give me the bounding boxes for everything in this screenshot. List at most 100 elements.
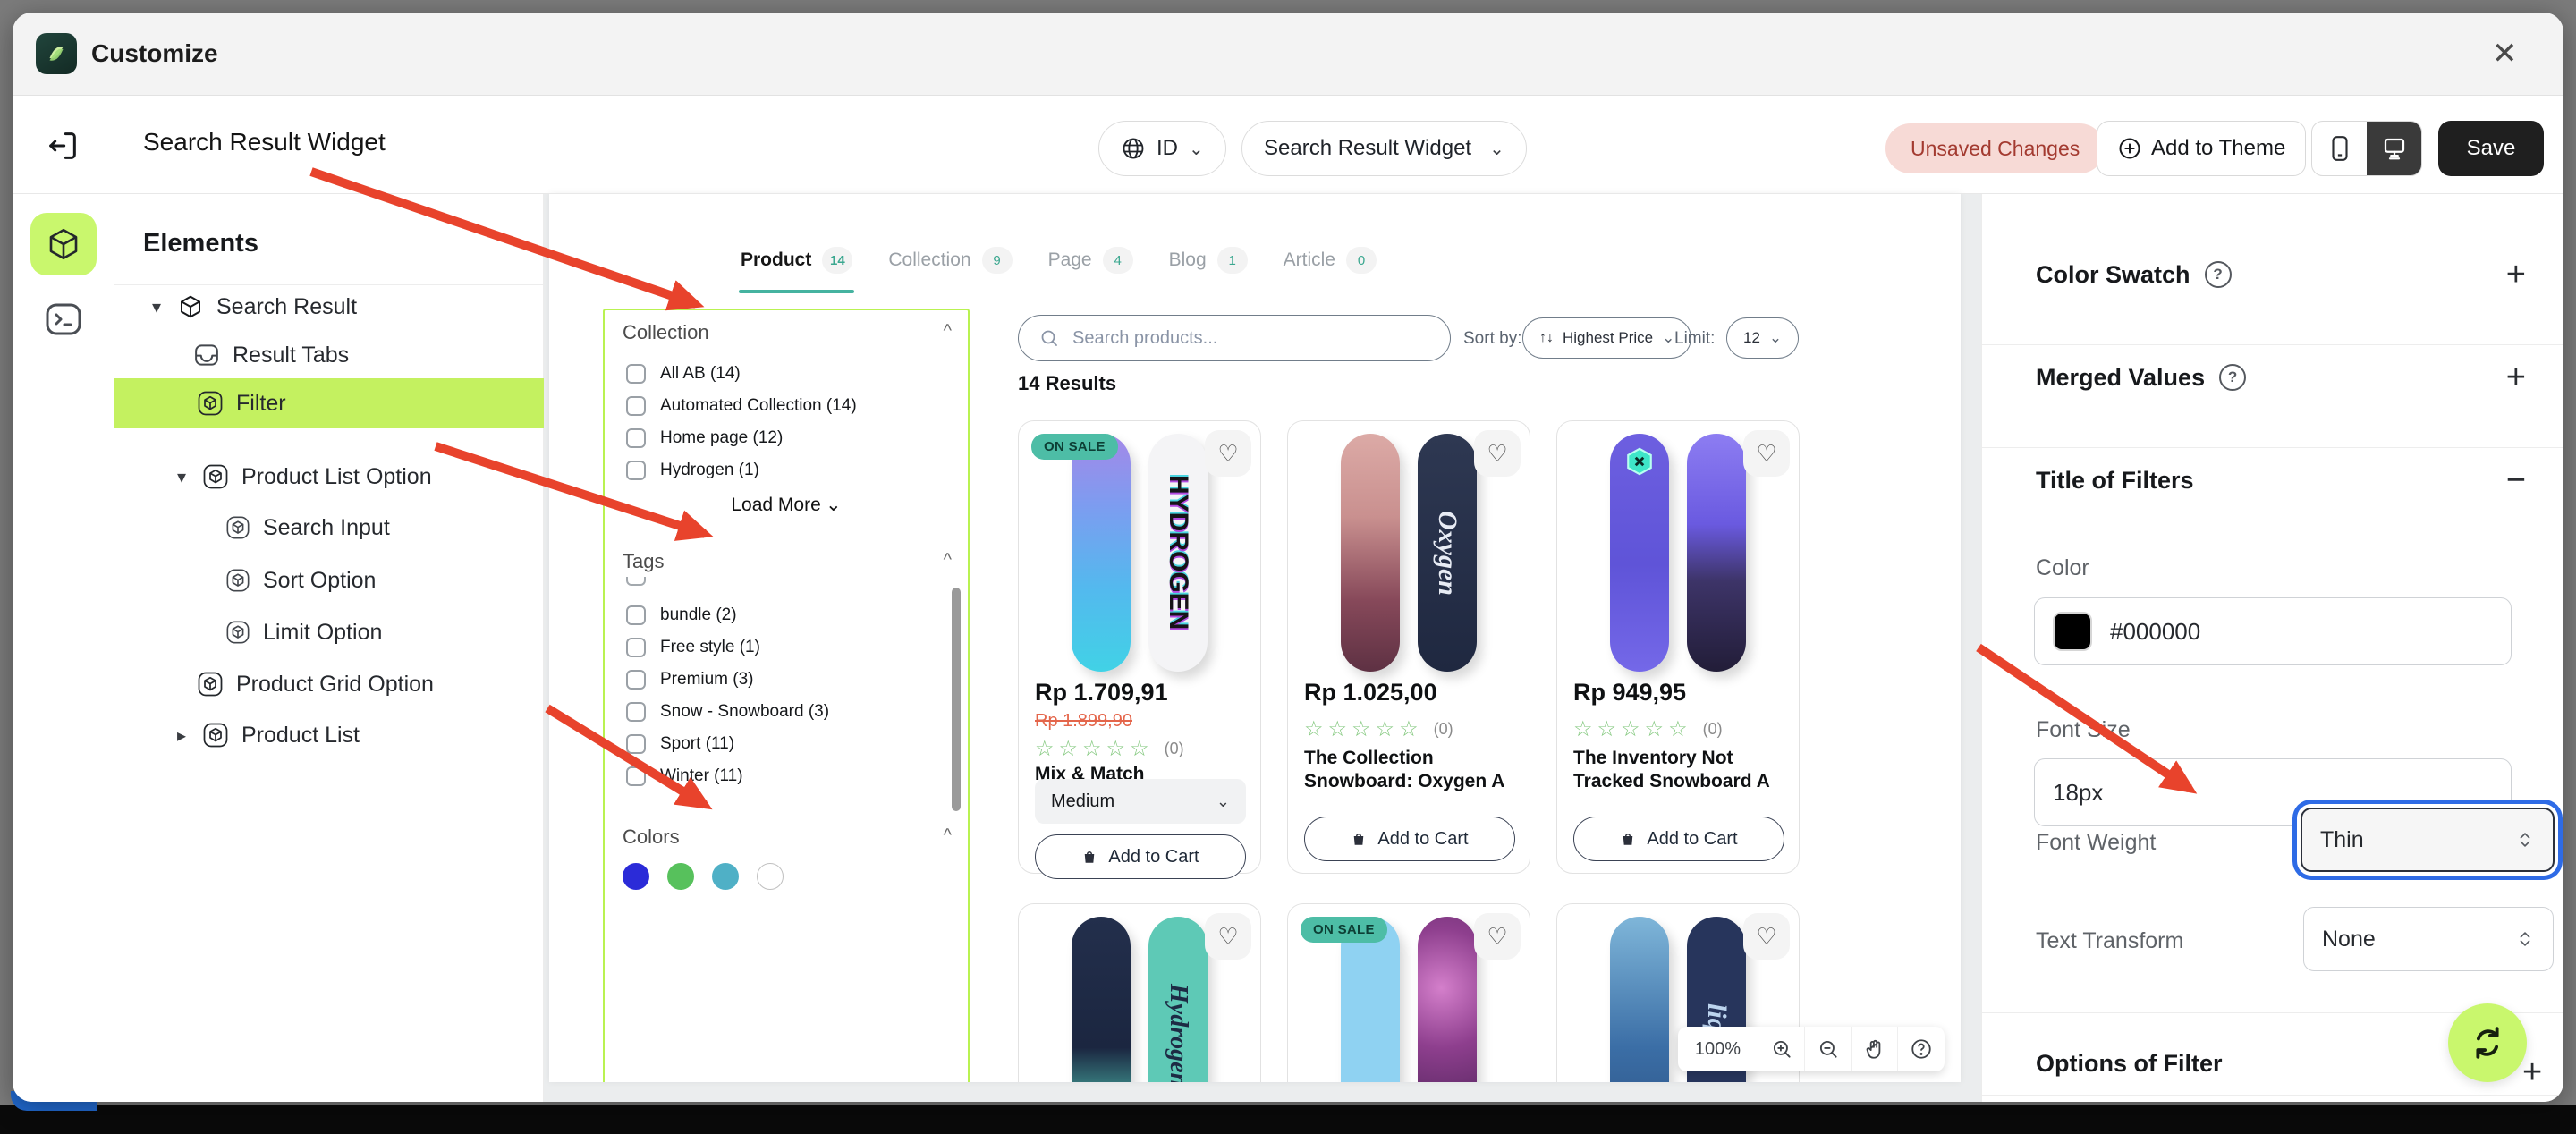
wishlist-button[interactable]: ♡ <box>1743 913 1790 960</box>
close-icon[interactable]: ✕ <box>2492 36 2518 72</box>
variant-select[interactable]: Medium ⌄ <box>1035 779 1246 824</box>
chevron-down-icon: ⌄ <box>1189 139 1204 159</box>
pan-button[interactable] <box>1852 1027 1898 1071</box>
tree-item-product-grid-option[interactable]: Product Grid Option <box>114 659 544 709</box>
checkbox[interactable] <box>626 605 646 625</box>
filter-option[interactable]: Sport (11) <box>626 734 734 754</box>
collapse-icon[interactable]: ^ <box>944 825 952 846</box>
filter-option-clipped[interactable] <box>626 575 646 586</box>
color-swatch-teal[interactable] <box>712 863 739 890</box>
color-swatch-green[interactable] <box>667 863 694 890</box>
zoom-out-button[interactable] <box>1805 1027 1852 1071</box>
widget-selector-dropdown[interactable]: Search Result Widget ⌄ <box>1241 121 1527 176</box>
product-card[interactable]: ♡ Rp 949,95 ☆☆☆☆☆ (0) The Inventory Not … <box>1556 420 1800 874</box>
tree-item-sort-option[interactable]: Sort Option <box>114 555 544 605</box>
filter-option[interactable]: Hydrogen (1) <box>626 461 759 480</box>
checkbox[interactable] <box>626 396 646 416</box>
tree-item-limit-option[interactable]: Limit Option <box>114 607 544 657</box>
help-button[interactable] <box>1898 1027 1945 1071</box>
load-more-button[interactable]: Load More ⌄ <box>605 494 968 516</box>
caret-down-icon[interactable]: ▾ <box>148 296 165 318</box>
checkbox[interactable] <box>626 364 646 384</box>
add-to-theme-button[interactable]: Add to Theme <box>2097 121 2307 176</box>
scrollbar-thumb[interactable] <box>952 588 961 811</box>
product-title[interactable]: The Collection Snowboard: Oxygen A <box>1304 747 1515 794</box>
tab-blog[interactable]: Blog 1 <box>1169 247 1248 279</box>
filter-element-selected[interactable]: Collection ^ All AB (14) Automated Colle… <box>603 309 970 1082</box>
checkbox[interactable] <box>626 638 646 657</box>
refresh-preview-button[interactable] <box>2448 1003 2527 1082</box>
zoom-in-button[interactable] <box>1758 1027 1805 1071</box>
checkbox[interactable] <box>626 734 646 754</box>
save-button[interactable]: Save <box>2438 121 2544 176</box>
font-weight-select[interactable]: Thin <box>2301 808 2555 872</box>
color-input[interactable]: #000000 <box>2034 597 2512 665</box>
tree-item-search-input[interactable]: Search Input <box>114 503 544 553</box>
section-color-swatch[interactable]: Color Swatch ? + <box>2036 258 2526 292</box>
tree-item-search-result[interactable]: ▾ Search Result <box>114 282 544 332</box>
console-panel-button[interactable] <box>42 298 85 341</box>
add-to-cart-button[interactable]: Add to Cart <box>1304 817 1515 861</box>
product-card[interactable]: Oxygen ♡ Rp 1.025,00 ☆☆☆☆☆ (0) The Colle… <box>1287 420 1530 874</box>
sort-dropdown[interactable]: ↑↓ Highest Price ⌄ <box>1522 317 1692 359</box>
wishlist-button[interactable]: ♡ <box>1205 913 1251 960</box>
section-title-of-filters[interactable]: Title of Filters − <box>2036 463 2526 497</box>
filter-option[interactable]: bundle (2) <box>626 605 737 625</box>
checkbox[interactable] <box>626 670 646 690</box>
color-swatch-blue[interactable] <box>623 863 649 890</box>
tree-item-filter[interactable]: Filter <box>114 378 544 428</box>
tab-collection[interactable]: Collection 9 <box>888 247 1013 279</box>
add-to-cart-button[interactable]: Add to Cart <box>1573 817 1784 861</box>
filter-option[interactable]: Snow - Snowboard (3) <box>626 702 829 722</box>
product-card[interactable]: Hydrogen ♡ <box>1018 903 1261 1082</box>
wishlist-button[interactable]: ♡ <box>1474 913 1521 960</box>
help-icon[interactable]: ? <box>2204 261 2232 288</box>
caret-right-icon[interactable]: ▸ <box>174 724 190 747</box>
checkbox[interactable] <box>626 428 646 448</box>
product-card[interactable]: HYDROGEN ON SALE ♡ Rp 1.709,91 Rp 1.899,… <box>1018 420 1261 879</box>
filter-option[interactable]: Free style (1) <box>626 638 760 657</box>
filter-option[interactable]: Automated Collection (14) <box>626 396 857 416</box>
checkbox[interactable] <box>626 577 646 586</box>
checkbox[interactable] <box>626 766 646 786</box>
checkbox[interactable] <box>626 702 646 722</box>
filter-option-label: Hydrogen (1) <box>660 461 759 479</box>
product-card[interactable]: ON SALE ♡ <box>1287 903 1530 1082</box>
device-preview-toggle[interactable] <box>2311 121 2422 176</box>
tree-item-product-list-option[interactable]: ▾ Product List Option <box>114 452 544 502</box>
section-merged-values[interactable]: Merged Values ? + <box>2036 360 2526 394</box>
collapse-icon[interactable]: − <box>2506 463 2526 497</box>
tab-product[interactable]: Product 14 <box>738 247 855 293</box>
expand-icon[interactable]: + <box>2506 360 2526 394</box>
desktop-toggle-button[interactable] <box>2367 122 2421 175</box>
text-transform-select[interactable]: None <box>2303 907 2554 971</box>
mobile-toggle-button[interactable] <box>2312 122 2367 175</box>
tree-item-product-list[interactable]: ▸ Product List <box>114 710 544 760</box>
color-swatch-preview[interactable] <box>2053 612 2092 651</box>
wishlist-button[interactable]: ♡ <box>1205 430 1251 477</box>
tab-article[interactable]: Article 0 <box>1284 247 1377 279</box>
language-dropdown[interactable]: ID ⌄ <box>1098 121 1226 176</box>
tab-page[interactable]: Page 4 <box>1048 247 1133 279</box>
checkbox[interactable] <box>626 461 646 480</box>
filter-option[interactable]: Premium (3) <box>626 670 754 690</box>
wishlist-button[interactable]: ♡ <box>1743 430 1790 477</box>
exit-editor-button[interactable] <box>45 128 80 164</box>
caret-down-icon[interactable]: ▾ <box>174 466 190 488</box>
add-to-cart-button[interactable]: Add to Cart <box>1035 834 1246 879</box>
color-swatch-white[interactable] <box>757 863 784 890</box>
tree-item-result-tabs[interactable]: Result Tabs <box>114 330 544 380</box>
wishlist-button[interactable]: ♡ <box>1474 430 1521 477</box>
product-title[interactable]: The Inventory Not Tracked Snowboard A <box>1573 747 1784 794</box>
filter-option[interactable]: All AB (14) <box>626 364 741 384</box>
expand-icon[interactable]: + <box>2522 1054 2542 1092</box>
limit-dropdown[interactable]: 12 ⌄ <box>1726 317 1800 359</box>
collapse-icon[interactable]: ^ <box>944 550 952 571</box>
filter-option[interactable]: Home page (12) <box>626 428 783 448</box>
expand-icon[interactable]: + <box>2506 258 2526 292</box>
search-input[interactable]: Search products... <box>1018 315 1451 361</box>
elements-panel-button[interactable] <box>30 213 97 275</box>
filter-option[interactable]: Winter (11) <box>626 766 743 786</box>
help-icon[interactable]: ? <box>2219 364 2247 391</box>
collapse-icon[interactable]: ^ <box>944 321 952 342</box>
